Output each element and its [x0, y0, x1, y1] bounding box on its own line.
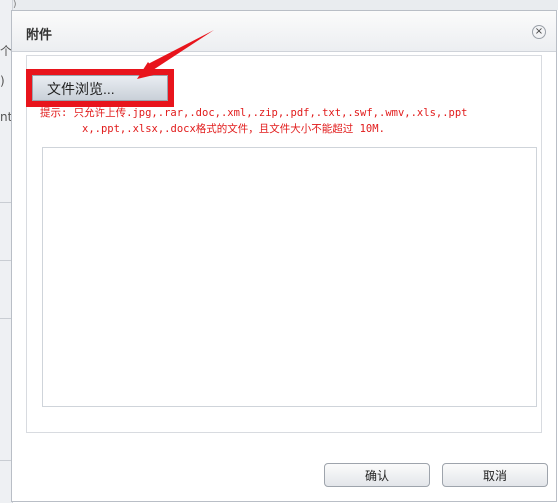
upload-hint-line2: x,.ppt,.xlsx,.docx格式的文件，且文件大小不能超过 10M. [82, 123, 385, 135]
upload-hint: 提示: 只允许上传.jpg,.rar,.doc,.xml,.zip,.pdf,.… [40, 105, 530, 137]
dialog-title: 附件 [26, 28, 53, 43]
upload-hint-line1: 提示: 只允许上传.jpg,.rar,.doc,.xml,.zip,.pdf,.… [40, 107, 468, 119]
cancel-button[interactable]: 取消 [442, 463, 548, 487]
file-list-area [42, 147, 537, 407]
file-browse-button[interactable]: 文件浏览... [32, 75, 168, 101]
attachment-dialog: 附件 × 文件浏览... 提示: 只允许上传.jpg,.rar,.doc,.xm… [11, 10, 557, 502]
background-fragment: ) [0, 74, 5, 88]
close-icon[interactable]: × [532, 25, 546, 39]
confirm-button[interactable]: 确认 [324, 463, 430, 487]
browse-highlight-box: 文件浏览... [26, 69, 174, 107]
background-top-fragment: 测) [0, 0, 558, 10]
dialog-titlebar: 附件 × [12, 11, 556, 52]
